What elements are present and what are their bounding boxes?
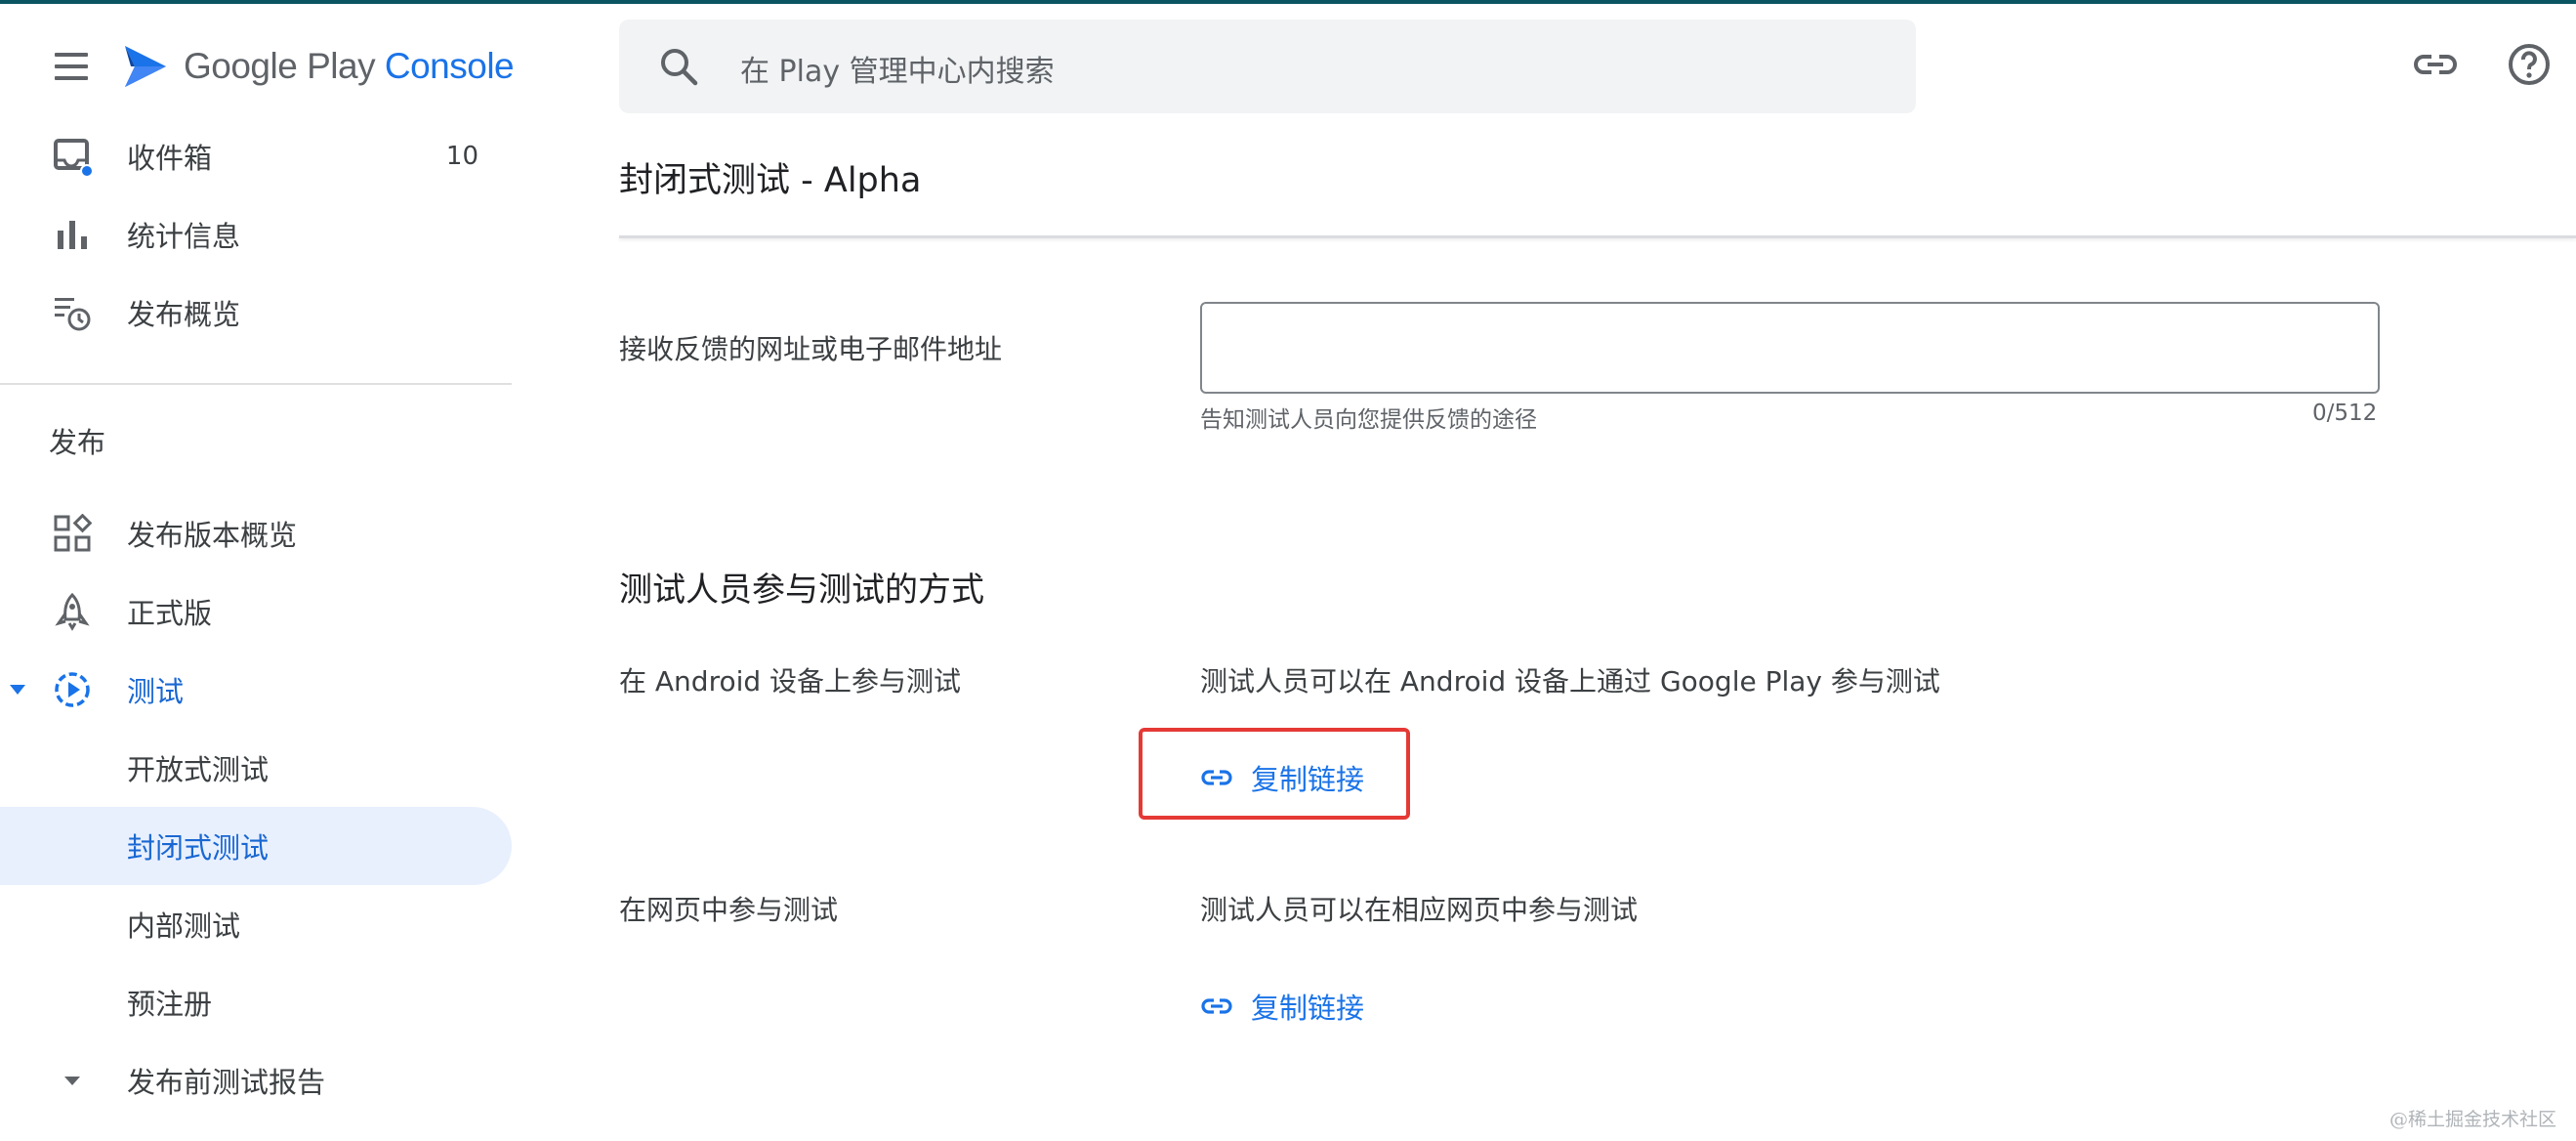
copy-link-label: 复制链接 <box>1251 992 1365 1025</box>
play-console-logo-icon <box>125 46 166 87</box>
sidebar-item-pre-registration[interactable]: 预注册 <box>0 963 512 1041</box>
sidebar-item-inbox[interactable]: 收件箱 10 <box>0 117 512 195</box>
page-title: 封闭式测试 - Alpha <box>619 161 922 200</box>
search-icon <box>661 49 698 86</box>
sidebar-item-label: 发布版本概览 <box>127 519 298 552</box>
top-accent-bar <box>0 0 2576 4</box>
sidebar-divider <box>0 383 512 385</box>
title-divider <box>619 235 2576 238</box>
highlight-annotation <box>1139 728 1410 820</box>
feedback-label: 接收反馈的网址或电子邮件地址 <box>619 333 1003 365</box>
sidebar-item-publishing-overview[interactable]: 发布概览 <box>0 274 512 352</box>
web-join-label: 在网页中参与测试 <box>619 894 839 926</box>
play-console-logo[interactable]: Google Play Console <box>121 37 515 96</box>
testing-icon <box>55 672 90 707</box>
sidebar-section-release: 发布 <box>49 426 106 459</box>
link-icon[interactable] <box>2412 41 2459 88</box>
watermark: @稀土掘金技术社区 <box>2389 1109 2556 1130</box>
web-join-description: 测试人员可以在相应网页中参与测试 <box>1200 894 1639 926</box>
android-join-description: 测试人员可以在 Android 设备上通过 Google Play 参与测试 <box>1200 665 1940 697</box>
sidebar-item-closed-testing[interactable]: 封闭式测试 <box>0 807 512 885</box>
sidebar-item-release-overview[interactable]: 发布版本概览 <box>0 494 512 572</box>
rocket-icon <box>55 592 90 631</box>
sidebar-item-statistics[interactable]: 统计信息 <box>0 195 512 274</box>
sidebar-item-label: 发布概览 <box>127 298 241 331</box>
sidebar-item-open-testing[interactable]: 开放式测试 <box>0 729 512 807</box>
sidebar-item-label: 测试 <box>127 675 185 708</box>
feedback-url-email-field[interactable] <box>1200 302 2380 394</box>
feedback-helper-text: 告知测试人员向您提供反馈的途径 <box>1200 407 1537 433</box>
sidebar-item-label: 统计信息 <box>127 220 241 253</box>
sidebar-item-label: 正式版 <box>127 597 213 630</box>
sidebar-item-label: 收件箱 <box>127 142 213 175</box>
sidebar-item-production[interactable]: 正式版 <box>0 572 512 651</box>
bar-chart-icon <box>58 221 87 249</box>
main-menu-button[interactable] <box>51 47 94 86</box>
search-bar[interactable]: 在 Play 管理中心内搜索 <box>619 20 1916 113</box>
expand-more-icon <box>64 1077 80 1085</box>
sidebar-item-prelaunch-report[interactable]: 发布前测试报告 <box>0 1041 512 1120</box>
sidebar-item-label: 预注册 <box>127 988 213 1021</box>
feedback-char-counter: 0/512 <box>2312 401 2378 426</box>
publishing-overview-icon <box>55 298 91 331</box>
sidebar-item-label: 开放式测试 <box>127 753 270 786</box>
dashboard-icon <box>54 514 92 552</box>
search-input[interactable]: 在 Play 管理中心内搜索 <box>740 47 1055 90</box>
sidebar-item-label: 发布前测试报告 <box>127 1066 326 1099</box>
android-join-label: 在 Android 设备上参与测试 <box>619 665 962 697</box>
expand-arrow-icon <box>10 685 25 695</box>
link-icon <box>1201 998 1232 1014</box>
sidebar-item-label: 封闭式测试 <box>127 831 270 865</box>
sidebar-item-internal-testing[interactable]: 内部测试 <box>0 885 512 963</box>
inbox-icon <box>54 139 92 176</box>
help-icon[interactable] <box>2506 41 2553 88</box>
join-section-title: 测试人员参与测试的方式 <box>619 570 984 610</box>
web-copy-link-button[interactable]: 复制链接 <box>1200 983 1364 1030</box>
sidebar-item-label: 内部测试 <box>127 909 241 943</box>
sidebar-item-testing[interactable]: 测试 <box>0 651 512 729</box>
inbox-count-badge: 10 <box>445 142 478 171</box>
product-name: Google Play Console <box>184 46 515 86</box>
